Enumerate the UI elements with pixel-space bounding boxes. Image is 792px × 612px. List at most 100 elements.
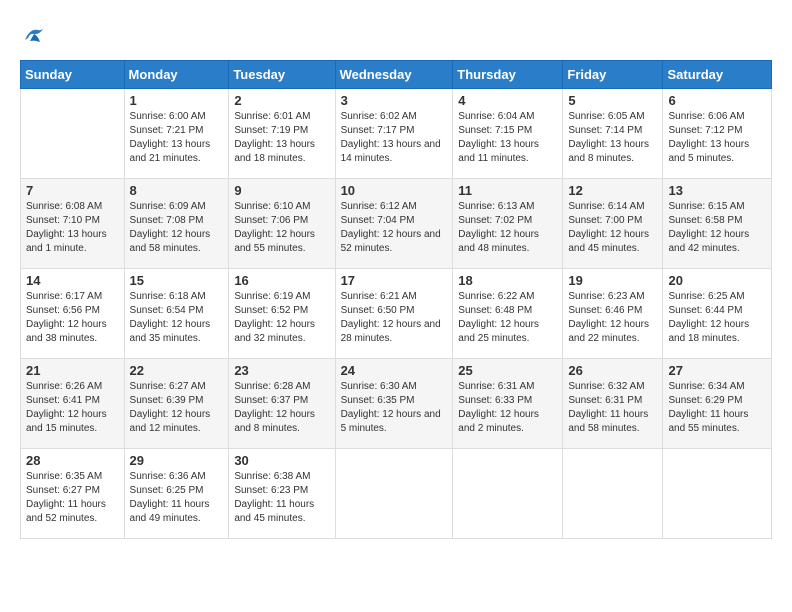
day-info: Sunrise: 6:21 AMSunset: 6:50 PMDaylight:… bbox=[341, 290, 448, 346]
calendar-cell: 17 Sunrise: 6:21 AMSunset: 6:50 PMDayligh… bbox=[335, 269, 453, 359]
day-info: Sunrise: 6:28 AMSunset: 6:37 PMDaylight:… bbox=[234, 380, 329, 436]
day-number: 13 bbox=[668, 183, 766, 198]
calendar-cell: 30 Sunrise: 6:38 AMSunset: 6:23 PMDayligh… bbox=[229, 449, 335, 539]
day-info: Sunrise: 6:14 AMSunset: 7:00 PMDaylight:… bbox=[568, 200, 657, 256]
calendar-cell: 3Sunrise: 6:02 AMSunset: 7:17 PMDaylight… bbox=[335, 89, 453, 179]
day-info: Sunrise: 6:26 AMSunset: 6:41 PMDaylight:… bbox=[26, 380, 119, 436]
calendar-cell: 21 Sunrise: 6:26 AMSunset: 6:41 PMDayligh… bbox=[21, 359, 125, 449]
calendar-cell: 1Sunrise: 6:00 AMSunset: 7:21 PMDaylight… bbox=[124, 89, 229, 179]
weekday-header-thursday: Thursday bbox=[453, 61, 563, 89]
calendar-cell: 28 Sunrise: 6:35 AMSunset: 6:27 PMDayligh… bbox=[21, 449, 125, 539]
calendar-cell: 16 Sunrise: 6:19 AMSunset: 6:52 PMDayligh… bbox=[229, 269, 335, 359]
day-info: Sunrise: 6:15 AMSunset: 6:58 PMDaylight:… bbox=[668, 200, 766, 256]
calendar-cell: 9 Sunrise: 6:10 AMSunset: 7:06 PMDaylight… bbox=[229, 179, 335, 269]
calendar-week-3: 14Sunrise: 6:17 AMSunset: 6:56 PMDayligh… bbox=[21, 269, 772, 359]
day-info: Sunrise: 6:18 AMSunset: 6:54 PMDaylight:… bbox=[130, 290, 224, 346]
day-number: 21 bbox=[26, 363, 119, 378]
day-info: Sunrise: 6:02 AMSunset: 7:17 PMDaylight:… bbox=[341, 110, 448, 166]
calendar-cell: 8Sunrise: 6:09 AMSunset: 7:08 PMDaylight… bbox=[124, 179, 229, 269]
day-number: 15 bbox=[130, 273, 224, 288]
logo-icon bbox=[20, 20, 50, 50]
day-info: Sunrise: 6:13 AMSunset: 7:02 PMDaylight:… bbox=[458, 200, 557, 256]
day-number: 7 bbox=[26, 183, 119, 198]
calendar-week-2: 7 Sunrise: 6:08 AMSunset: 7:10 PMDaylight… bbox=[21, 179, 772, 269]
day-number: 27 bbox=[668, 363, 766, 378]
calendar-cell: 2 Sunrise: 6:01 AMSunset: 7:19 PMDaylight… bbox=[229, 89, 335, 179]
calendar-cell: 20 Sunrise: 6:25 AMSunset: 6:44 PMDayligh… bbox=[663, 269, 772, 359]
calendar-cell bbox=[335, 449, 453, 539]
calendar-cell: 19Sunrise: 6:23 AMSunset: 6:46 PMDayligh… bbox=[563, 269, 663, 359]
calendar-cell: 23 Sunrise: 6:28 AMSunset: 6:37 PMDayligh… bbox=[229, 359, 335, 449]
day-info: Sunrise: 6:09 AMSunset: 7:08 PMDaylight:… bbox=[130, 200, 224, 256]
calendar-cell bbox=[453, 449, 563, 539]
day-info: Sunrise: 6:25 AMSunset: 6:44 PMDaylight:… bbox=[668, 290, 766, 346]
day-number: 9 bbox=[234, 183, 329, 198]
day-info: Sunrise: 6:01 AMSunset: 7:19 PMDaylight:… bbox=[234, 110, 329, 166]
calendar-week-4: 21 Sunrise: 6:26 AMSunset: 6:41 PMDayligh… bbox=[21, 359, 772, 449]
day-number: 2 bbox=[234, 93, 329, 108]
day-info: Sunrise: 6:12 AMSunset: 7:04 PMDaylight:… bbox=[341, 200, 448, 256]
day-info: Sunrise: 6:04 AMSunset: 7:15 PMDaylight:… bbox=[458, 110, 557, 166]
day-number: 24 bbox=[341, 363, 448, 378]
calendar-cell bbox=[663, 449, 772, 539]
calendar-cell: 7 Sunrise: 6:08 AMSunset: 7:10 PMDaylight… bbox=[21, 179, 125, 269]
day-info: Sunrise: 6:38 AMSunset: 6:23 PMDaylight:… bbox=[234, 470, 329, 526]
calendar-table: SundayMondayTuesdayWednesdayThursdayFrid… bbox=[20, 60, 772, 539]
day-number: 25 bbox=[458, 363, 557, 378]
page-header bbox=[20, 20, 772, 50]
calendar-cell: 14Sunrise: 6:17 AMSunset: 6:56 PMDayligh… bbox=[21, 269, 125, 359]
weekday-header-tuesday: Tuesday bbox=[229, 61, 335, 89]
day-number: 28 bbox=[26, 453, 119, 468]
day-number: 6 bbox=[668, 93, 766, 108]
calendar-cell: 15 Sunrise: 6:18 AMSunset: 6:54 PMDayligh… bbox=[124, 269, 229, 359]
logo bbox=[20, 20, 54, 50]
day-number: 26 bbox=[568, 363, 657, 378]
day-info: Sunrise: 6:05 AMSunset: 7:14 PMDaylight:… bbox=[568, 110, 657, 166]
calendar-cell: 13 Sunrise: 6:15 AMSunset: 6:58 PMDayligh… bbox=[663, 179, 772, 269]
day-number: 20 bbox=[668, 273, 766, 288]
weekday-header-friday: Friday bbox=[563, 61, 663, 89]
calendar-cell: 24 Sunrise: 6:30 AMSunset: 6:35 PMDayligh… bbox=[335, 359, 453, 449]
calendar-cell: 6 Sunrise: 6:06 AMSunset: 7:12 PMDaylight… bbox=[663, 89, 772, 179]
calendar-week-5: 28 Sunrise: 6:35 AMSunset: 6:27 PMDayligh… bbox=[21, 449, 772, 539]
day-info: Sunrise: 6:31 AMSunset: 6:33 PMDaylight:… bbox=[458, 380, 557, 436]
calendar-cell: 22 Sunrise: 6:27 AMSunset: 6:39 PMDayligh… bbox=[124, 359, 229, 449]
day-number: 23 bbox=[234, 363, 329, 378]
day-info: Sunrise: 6:34 AMSunset: 6:29 PMDaylight:… bbox=[668, 380, 766, 436]
day-number: 17 bbox=[341, 273, 448, 288]
calendar-cell: 5 Sunrise: 6:05 AMSunset: 7:14 PMDaylight… bbox=[563, 89, 663, 179]
calendar-cell: 4 Sunrise: 6:04 AMSunset: 7:15 PMDaylight… bbox=[453, 89, 563, 179]
day-info: Sunrise: 6:35 AMSunset: 6:27 PMDaylight:… bbox=[26, 470, 119, 526]
calendar-cell: 12 Sunrise: 6:14 AMSunset: 7:00 PMDayligh… bbox=[563, 179, 663, 269]
day-info: Sunrise: 6:06 AMSunset: 7:12 PMDaylight:… bbox=[668, 110, 766, 166]
day-info: Sunrise: 6:17 AMSunset: 6:56 PMDaylight:… bbox=[26, 290, 119, 346]
day-number: 30 bbox=[234, 453, 329, 468]
day-number: 4 bbox=[458, 93, 557, 108]
day-number: 18 bbox=[458, 273, 557, 288]
day-info: Sunrise: 6:10 AMSunset: 7:06 PMDaylight:… bbox=[234, 200, 329, 256]
day-info: Sunrise: 6:30 AMSunset: 6:35 PMDaylight:… bbox=[341, 380, 448, 436]
calendar-cell: 11 Sunrise: 6:13 AMSunset: 7:02 PMDayligh… bbox=[453, 179, 563, 269]
day-number: 22 bbox=[130, 363, 224, 378]
calendar-cell: 25 Sunrise: 6:31 AMSunset: 6:33 PMDayligh… bbox=[453, 359, 563, 449]
calendar-cell: 29 Sunrise: 6:36 AMSunset: 6:25 PMDayligh… bbox=[124, 449, 229, 539]
day-number: 16 bbox=[234, 273, 329, 288]
calendar-cell: 10 Sunrise: 6:12 AMSunset: 7:04 PMDayligh… bbox=[335, 179, 453, 269]
day-number: 12 bbox=[568, 183, 657, 198]
day-info: Sunrise: 6:19 AMSunset: 6:52 PMDaylight:… bbox=[234, 290, 329, 346]
day-number: 5 bbox=[568, 93, 657, 108]
day-info: Sunrise: 6:22 AMSunset: 6:48 PMDaylight:… bbox=[458, 290, 557, 346]
day-number: 11 bbox=[458, 183, 557, 198]
day-info: Sunrise: 6:08 AMSunset: 7:10 PMDaylight:… bbox=[26, 200, 119, 256]
calendar-cell bbox=[21, 89, 125, 179]
day-info: Sunrise: 6:27 AMSunset: 6:39 PMDaylight:… bbox=[130, 380, 224, 436]
calendar-cell: 26Sunrise: 6:32 AMSunset: 6:31 PMDayligh… bbox=[563, 359, 663, 449]
day-number: 10 bbox=[341, 183, 448, 198]
weekday-header-monday: Monday bbox=[124, 61, 229, 89]
day-info: Sunrise: 6:36 AMSunset: 6:25 PMDaylight:… bbox=[130, 470, 224, 526]
calendar-cell: 27 Sunrise: 6:34 AMSunset: 6:29 PMDayligh… bbox=[663, 359, 772, 449]
weekday-header-sunday: Sunday bbox=[21, 61, 125, 89]
day-number: 29 bbox=[130, 453, 224, 468]
day-number: 1 bbox=[130, 93, 224, 108]
day-info: Sunrise: 6:23 AMSunset: 6:46 PMDaylight:… bbox=[568, 290, 657, 346]
